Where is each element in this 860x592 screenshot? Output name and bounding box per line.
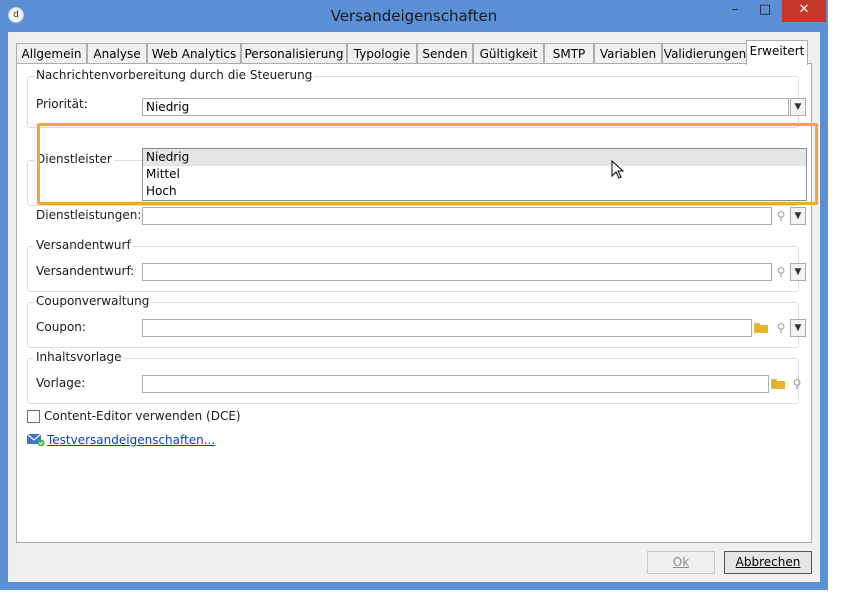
dienstleistungen-label: Dienstleistungen: [36, 208, 142, 222]
group-title: Nachrichtenvorbereitung durch die Steuer… [34, 68, 315, 82]
title-bar[interactable]: d Versandeigenschaften – □ ✕ [0, 0, 828, 32]
ok-button[interactable]: Ok [647, 551, 715, 574]
versandentwurf-field[interactable] [142, 263, 772, 281]
maximize-button[interactable]: □ [752, 0, 778, 22]
priority-option-niedrig[interactable]: Niedrig [143, 149, 806, 166]
dialog-client-area: Allgemein Analyse Web Analytics Personal… [8, 32, 820, 582]
chevron-down-icon[interactable]: ▼ [790, 98, 806, 116]
priority-option-hoch[interactable]: Hoch [143, 183, 806, 200]
dce-checkbox[interactable] [27, 410, 40, 423]
group-title: Inhaltsvorlage [34, 350, 124, 364]
chevron-down-icon[interactable]: ▼ [790, 263, 806, 281]
coupon-field[interactable] [142, 319, 752, 337]
cancel-button-label: Abbrechen [735, 555, 801, 569]
search-icon[interactable]: ⚲ [789, 375, 805, 393]
search-icon[interactable]: ⚲ [773, 319, 789, 337]
priority-label: Priorität: [36, 97, 88, 111]
tab-analyse[interactable]: Analyse [87, 43, 147, 64]
tab-smtp[interactable]: SMTP [544, 43, 594, 64]
group-title: Dienstleister [34, 152, 114, 166]
window-title: Versandeigenschaften [330, 7, 498, 25]
vorlage-label: Vorlage: [36, 376, 86, 390]
close-button[interactable]: ✕ [782, 0, 826, 22]
coupon-label: Coupon: [36, 320, 86, 334]
priority-options-list: Niedrig Mittel Hoch [142, 148, 807, 201]
tab-web-analytics[interactable]: Web Analytics [147, 43, 241, 64]
tab-variablen[interactable]: Variablen [594, 43, 662, 64]
search-icon[interactable]: ⚲ [773, 263, 789, 281]
tab-senden[interactable]: Senden [417, 43, 473, 64]
ok-button-label: Ok [672, 555, 690, 569]
group-title: Versandentwurf [34, 238, 133, 252]
folder-icon[interactable] [754, 322, 768, 333]
chevron-down-icon[interactable]: ▼ [790, 319, 806, 337]
tab-validierungen[interactable]: Validierungen [662, 43, 748, 64]
priority-select[interactable]: Niedrig [142, 98, 789, 116]
tab-erweitert[interactable]: Erweitert [746, 40, 808, 65]
mouse-cursor-icon [611, 160, 625, 179]
minimize-button[interactable]: – [722, 0, 748, 22]
tab-gueltigkeit[interactable]: Gültigkeit [473, 43, 544, 64]
priority-option-mittel[interactable]: Mittel [143, 166, 806, 183]
versandentwurf-label: Versandentwurf: [36, 264, 135, 278]
folder-icon[interactable] [771, 378, 785, 389]
dialog-window: d Versandeigenschaften – □ ✕ Allgemein A… [0, 0, 828, 590]
tab-typologie[interactable]: Typologie [347, 43, 417, 64]
dce-label: Content-Editor verwenden (DCE) [44, 409, 241, 423]
test-properties-link[interactable]: Testversandeigenschaften... [47, 433, 215, 447]
chevron-down-icon[interactable]: ▼ [790, 207, 806, 225]
tab-allgemein[interactable]: Allgemein [16, 43, 87, 64]
search-icon[interactable]: ⚲ [773, 207, 789, 225]
mail-check-icon [27, 434, 45, 446]
dienstleistungen-field[interactable] [142, 207, 772, 225]
tab-panel-erweitert: Nachrichtenvorbereitung durch die Steuer… [16, 63, 818, 543]
vorlage-field[interactable] [142, 375, 769, 393]
cancel-button[interactable]: Abbrechen [724, 551, 812, 574]
tab-personalisierung[interactable]: Personalisierung [241, 43, 347, 64]
group-title: Couponverwaltung [34, 294, 152, 308]
